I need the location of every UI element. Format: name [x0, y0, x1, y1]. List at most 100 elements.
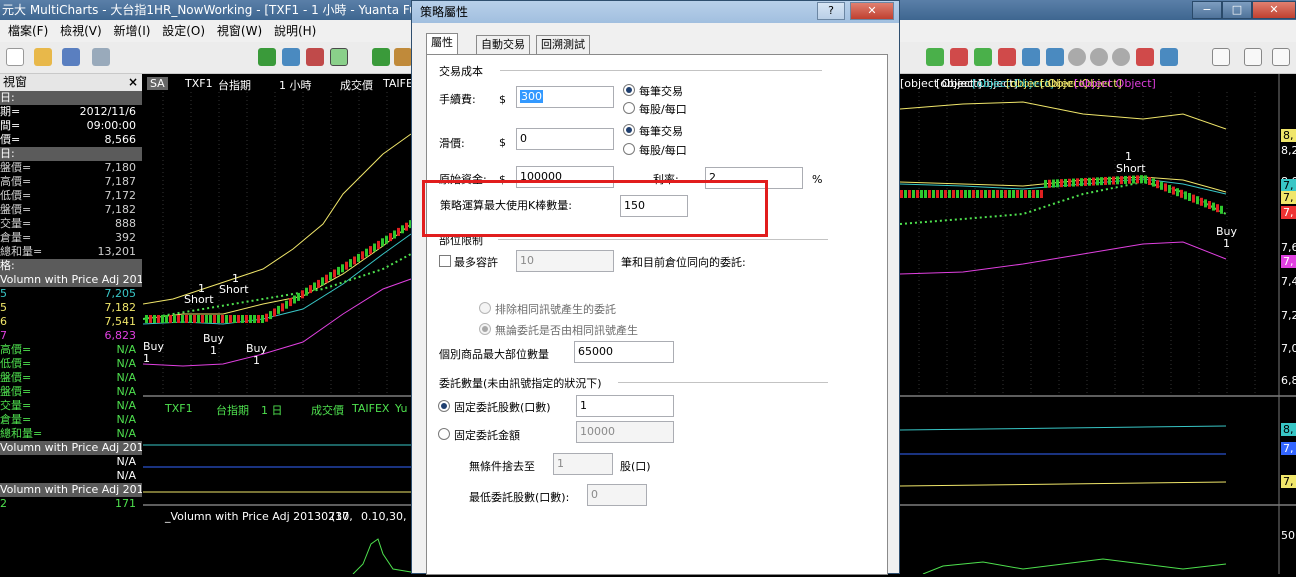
minimize-button[interactable]: − — [1192, 1, 1222, 19]
row-label: 倉量= — [0, 231, 32, 244]
scroll-up-icon[interactable] — [926, 48, 944, 66]
print-icon[interactable] — [92, 48, 110, 66]
candle — [1092, 177, 1095, 186]
tab-backtesting[interactable]: 回溯測試 — [536, 35, 590, 54]
candle — [996, 190, 999, 198]
chart-header-label: 1 小時 — [279, 79, 312, 92]
trade-signal-label: Short — [219, 283, 249, 296]
candle — [301, 290, 304, 299]
candle — [205, 315, 208, 323]
candle — [229, 315, 232, 323]
menu-window[interactable]: 視窗(W) — [217, 24, 262, 38]
bar-spacing-down-icon[interactable] — [998, 48, 1016, 66]
strategy-icon[interactable] — [282, 48, 300, 66]
menu-help[interactable]: 說明(H) — [274, 24, 316, 38]
row-label: 盤價= — [0, 385, 32, 398]
candle — [1012, 190, 1015, 198]
tool-icon[interactable] — [394, 48, 412, 66]
slippage-label: 滑價: — [439, 137, 465, 150]
candle — [900, 190, 903, 198]
restore-child-icon[interactable] — [1212, 48, 1230, 66]
help-button[interactable]: ? — [817, 2, 845, 20]
candle — [245, 315, 248, 323]
candle — [936, 190, 939, 198]
min-shares-input[interactable]: 0 — [587, 484, 647, 506]
scroll-right-icon[interactable] — [1046, 48, 1064, 66]
commission-input[interactable]: 300 — [516, 86, 614, 108]
fixed-amount-input[interactable]: 10000 — [576, 421, 674, 443]
candle — [1164, 183, 1167, 192]
drawing-icon[interactable] — [306, 48, 324, 66]
row-label: 高價= — [0, 175, 32, 188]
open-folder-icon[interactable] — [34, 48, 52, 66]
candle — [968, 190, 971, 198]
menu-settings[interactable]: 設定(O) — [162, 24, 205, 38]
menu-view[interactable]: 檢視(V) — [60, 24, 102, 38]
slippage-per-share-radio[interactable] — [623, 143, 635, 155]
candle — [333, 269, 336, 278]
max-position-input[interactable]: 65000 — [574, 341, 674, 363]
dialog-close-button[interactable]: ✕ — [850, 2, 894, 20]
candle — [377, 240, 380, 249]
slippage-per-trade-radio[interactable] — [623, 124, 635, 136]
tab-properties[interactable]: 屬性 — [426, 33, 458, 55]
candle — [217, 315, 220, 323]
candle — [1032, 190, 1035, 198]
candle — [948, 190, 951, 198]
save-icon[interactable] — [62, 48, 80, 66]
trade-signal-label: Short — [1116, 162, 1146, 175]
round-down-input[interactable]: 1 — [553, 453, 613, 475]
candle — [1136, 175, 1139, 184]
indicator-icon[interactable] — [258, 48, 276, 66]
price-axis-label: 7,6 — [1281, 241, 1296, 254]
bar-spacing-up-icon[interactable] — [974, 48, 992, 66]
candle — [177, 315, 180, 323]
candle — [261, 315, 264, 323]
exclude-same-signal-radio[interactable] — [479, 302, 491, 314]
row-label: Volumn with Price Adj 20130217 — [0, 273, 142, 286]
candle — [1100, 177, 1103, 186]
candle — [1076, 178, 1079, 187]
candle — [153, 315, 156, 323]
data-window-row: 期= 2012/11/6 — [0, 105, 142, 119]
candle — [157, 315, 160, 323]
zoom-in-icon[interactable] — [1068, 48, 1086, 66]
fixed-shares-radio[interactable] — [438, 400, 450, 412]
candle — [1112, 176, 1115, 185]
row-value: 7,205 — [104, 287, 137, 300]
data-window-row: 總和量= N/A — [0, 427, 142, 441]
row-label: Volumn with Price Adj 20130217 — [0, 483, 142, 496]
any-signal-radio[interactable] — [479, 323, 491, 335]
menu-insert[interactable]: 新增(I) — [114, 24, 151, 38]
candle — [313, 282, 316, 291]
candle — [145, 315, 148, 323]
tab-auto-trading[interactable]: 自動交易 — [476, 35, 530, 54]
commission-per-trade-radio[interactable] — [623, 84, 635, 96]
candle — [357, 253, 360, 262]
candle — [249, 315, 252, 323]
close-child-icon[interactable] — [1272, 48, 1290, 66]
scroll-left-icon[interactable] — [1022, 48, 1040, 66]
signal-icon[interactable] — [372, 48, 390, 66]
grid-icon[interactable] — [1160, 48, 1178, 66]
fixed-shares-input[interactable]: 1 — [576, 395, 674, 417]
max-entries-checkbox[interactable] — [439, 255, 451, 267]
row-value: 09:00:00 — [86, 119, 136, 132]
scroll-down-icon[interactable] — [950, 48, 968, 66]
close-window-button[interactable]: ✕ — [1252, 1, 1296, 19]
commission-per-share-radio[interactable] — [623, 102, 635, 114]
strategy-properties-icon[interactable] — [330, 48, 348, 66]
close-icon[interactable]: × — [128, 74, 138, 91]
maximize-button[interactable]: □ — [1222, 1, 1252, 19]
slippage-input[interactable]: 0 — [516, 128, 614, 150]
candle — [1024, 190, 1027, 198]
zoom-fit-icon[interactable] — [1112, 48, 1130, 66]
new-file-icon[interactable] — [6, 48, 24, 66]
max-entries-input[interactable]: 10 — [516, 250, 614, 272]
tile-icon[interactable] — [1244, 48, 1262, 66]
row-label: 5 — [0, 287, 7, 300]
zoom-out-icon[interactable] — [1090, 48, 1108, 66]
crosshair-icon[interactable] — [1136, 48, 1154, 66]
fixed-amount-radio[interactable] — [438, 428, 450, 440]
menu-file[interactable]: 檔案(F) — [8, 24, 48, 38]
